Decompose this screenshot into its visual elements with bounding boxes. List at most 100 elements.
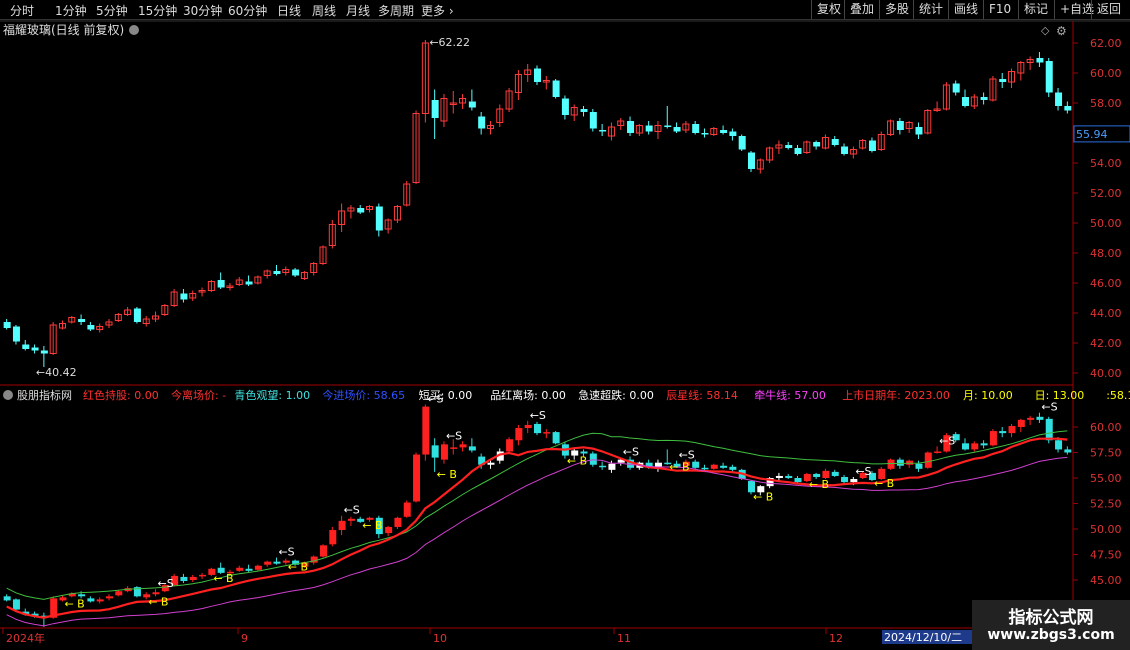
price-tick-label: 46.00: [1090, 277, 1122, 290]
indicator-bar: [599, 465, 607, 468]
indicator-bar: [422, 406, 430, 455]
indicator-item-1: 今离场价: -: [171, 388, 226, 402]
indicator-bar: [887, 459, 895, 469]
indicator-item-10: 月: 10.00: [963, 389, 1013, 402]
candle-body: [552, 80, 560, 97]
indicator-bar: [1008, 425, 1016, 434]
indicator-bar: [543, 432, 551, 434]
indicator-bar: [654, 462, 662, 467]
indicator-bar: [87, 598, 95, 602]
candle-body: [375, 206, 383, 231]
indicator-bar: [96, 599, 104, 602]
indicator-bar: [3, 596, 11, 601]
candle-body: [273, 271, 281, 274]
candle-body: [40, 350, 48, 354]
buy-signal: ← B: [669, 461, 689, 474]
buy-signal: ← B: [809, 478, 829, 491]
indicator-item-9: 上市日期年: 2023.00: [842, 388, 950, 402]
price-tick-label: 42.00: [1090, 337, 1122, 350]
indicator-bar: [440, 444, 448, 460]
indicator-bar: [403, 502, 411, 517]
indicator-bar: [850, 479, 858, 483]
candle-body: [915, 127, 923, 135]
watermark-url: www.zbgs3.com: [987, 627, 1115, 643]
indicator-bar: [962, 443, 969, 450]
indicator-item-2: 青色观望: 1.00: [234, 388, 310, 402]
indicator-bar: [980, 443, 988, 446]
candle-body: [78, 319, 86, 322]
indicator-bar: [896, 459, 904, 466]
candle-body: [896, 121, 904, 130]
indicator-bar: [413, 454, 421, 502]
chart-canvas[interactable]: 福耀玻璃(日线 前复权)◇⚙62.0060.0058.0056.0054.005…: [0, 0, 1130, 650]
settings-icon: ⚙: [1056, 24, 1067, 38]
price-tick-label: 40.00: [1090, 367, 1122, 380]
date-highlight-label: 2024/12/10/二: [884, 631, 962, 644]
sell-signal: ←S: [427, 393, 443, 406]
candle-body: [738, 136, 746, 150]
candle-body: [180, 293, 188, 300]
candle-body: [813, 142, 821, 147]
indicator-bar: [320, 545, 327, 557]
indicator-bar: [189, 576, 197, 580]
indicator-tick-label: 57.50: [1090, 447, 1122, 460]
candle-body: [12, 326, 20, 342]
price-tick-label: 52.00: [1090, 187, 1122, 200]
candle-body: [580, 109, 588, 112]
indicator-bar: [822, 470, 830, 478]
sell-signal: ←S: [855, 465, 871, 478]
price-tick-label: 48.00: [1090, 247, 1122, 260]
candle-body: [841, 146, 849, 154]
candle-body: [673, 127, 681, 132]
indicator-tick-label: 60.00: [1090, 421, 1122, 434]
indicator-tick-label: 50.00: [1090, 523, 1122, 536]
buy-signal: ← B: [874, 477, 894, 490]
indicator-dropdown-icon: [3, 390, 13, 400]
date-label: 2024年: [6, 631, 45, 645]
candle-body: [217, 280, 225, 288]
candle-body: [748, 152, 755, 169]
indicator-item-3: 今进场价: 58.65: [322, 388, 405, 402]
date-label: 11: [617, 632, 631, 645]
candle-body: [785, 145, 793, 148]
indicator-bar: [115, 591, 123, 596]
price-tick-label: 50.00: [1090, 217, 1122, 230]
indicator-bar: [989, 431, 997, 446]
indicator-bar: [245, 568, 253, 571]
candle-body: [1045, 61, 1053, 93]
indicator-item-8: 牵牛线: 57.00: [754, 388, 826, 402]
candle-body: [1055, 92, 1063, 106]
indicator-bar: [701, 467, 709, 470]
candle-body: [478, 116, 486, 129]
buy-signal: ← B: [64, 597, 84, 610]
indicator-bar: [729, 466, 737, 470]
price-tick-label: 54.00: [1090, 157, 1122, 170]
indicator-bar: [915, 463, 923, 469]
indicator-bar: [813, 473, 821, 477]
indicator-bar: [692, 461, 700, 468]
indicator-bar: [1055, 440, 1063, 450]
candle-body: [3, 322, 11, 328]
candle-body: [589, 112, 597, 129]
sell-signal: ←S: [446, 429, 462, 442]
candle-body: [133, 308, 141, 322]
indicator-bar: [1036, 416, 1044, 420]
indicator-item-0: 红色持股: 0.00: [83, 388, 159, 402]
indicator-bar: [1017, 419, 1025, 427]
candle-body: [962, 97, 969, 106]
candle-body: [664, 125, 672, 127]
indicator-tick-label: 45.00: [1090, 574, 1122, 587]
indicator-bar: [236, 567, 244, 571]
candle-body: [868, 140, 876, 151]
candle-body: [794, 148, 802, 154]
candle-body: [87, 325, 95, 330]
candle-body: [701, 133, 709, 135]
candle-body: [245, 281, 253, 285]
indicator-bar: [608, 463, 616, 470]
sell-signal: ←S: [278, 546, 294, 559]
indicator-bar: [971, 443, 979, 450]
low-price-label: ←40.42: [36, 366, 77, 379]
indicator-item-5: 品红离场: 0.00: [490, 388, 566, 402]
indicator-tick-label: 52.50: [1090, 498, 1122, 511]
indicator-bar: [431, 445, 439, 458]
